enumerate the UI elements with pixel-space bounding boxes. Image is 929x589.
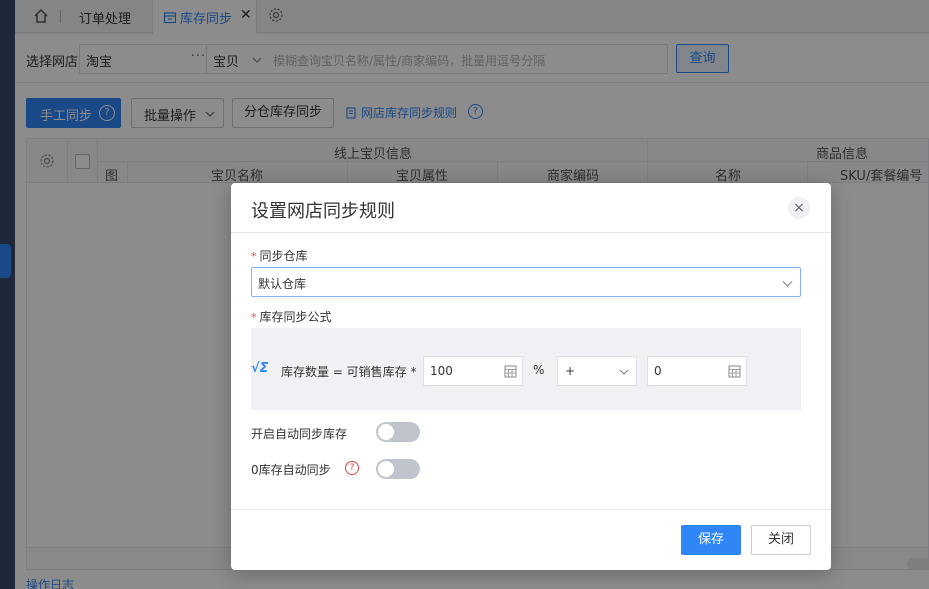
auto-sync-toggle[interactable] [376,422,420,442]
operator-select[interactable]: + [557,356,637,386]
chevron-down-icon [618,366,630,378]
close-icon[interactable]: × [788,197,810,219]
formula-label: * 库存同步公式 [251,308,332,325]
formula-panel: √Σ 库存数量 = 可销售库存 * 100 % + 0 [251,328,801,410]
zero-stock-sync-toggle[interactable] [376,459,420,479]
help-icon[interactable]: ? [345,461,359,475]
close-button[interactable]: 关闭 [751,525,811,555]
offset-input-value: 0 [654,364,662,378]
calculator-icon[interactable] [728,365,741,378]
dialog-footer-divider [231,509,831,510]
required-marker: * [251,311,257,324]
auto-sync-label: 开启自动同步库存 [251,427,348,441]
toggle-knob [378,461,394,477]
dialog-title: 设置网店同步规则 [251,201,395,222]
formula-label-text: 库存同步公式 [259,310,332,324]
warehouse-select-value: 默认仓库 [258,277,307,291]
toggle-knob [378,424,394,440]
offset-input[interactable]: 0 [647,356,747,386]
operator-select-value: + [565,364,576,378]
dialog-header-divider [231,232,831,233]
calculator-icon[interactable] [504,365,517,378]
required-marker: * [251,250,257,263]
save-button[interactable]: 保存 [681,525,741,555]
chevron-down-icon [781,277,794,290]
warehouse-label-text: 同步仓库 [259,249,308,263]
percent-input-value: 100 [430,364,453,378]
formula-text: 库存数量 = 可销售库存 * [281,365,417,379]
percent-sign: % [533,363,545,377]
formula-icon: √Σ [251,361,269,376]
percent-input[interactable]: 100 [423,356,523,386]
sync-rule-dialog: 设置网店同步规则 × * 同步仓库 默认仓库 * 库存同步公式 √Σ 库存数量 = … [231,183,831,570]
warehouse-select[interactable]: 默认仓库 [251,267,801,297]
warehouse-label: * 同步仓库 [251,247,308,264]
zero-stock-sync-label: 0库存自动同步 [251,463,331,477]
